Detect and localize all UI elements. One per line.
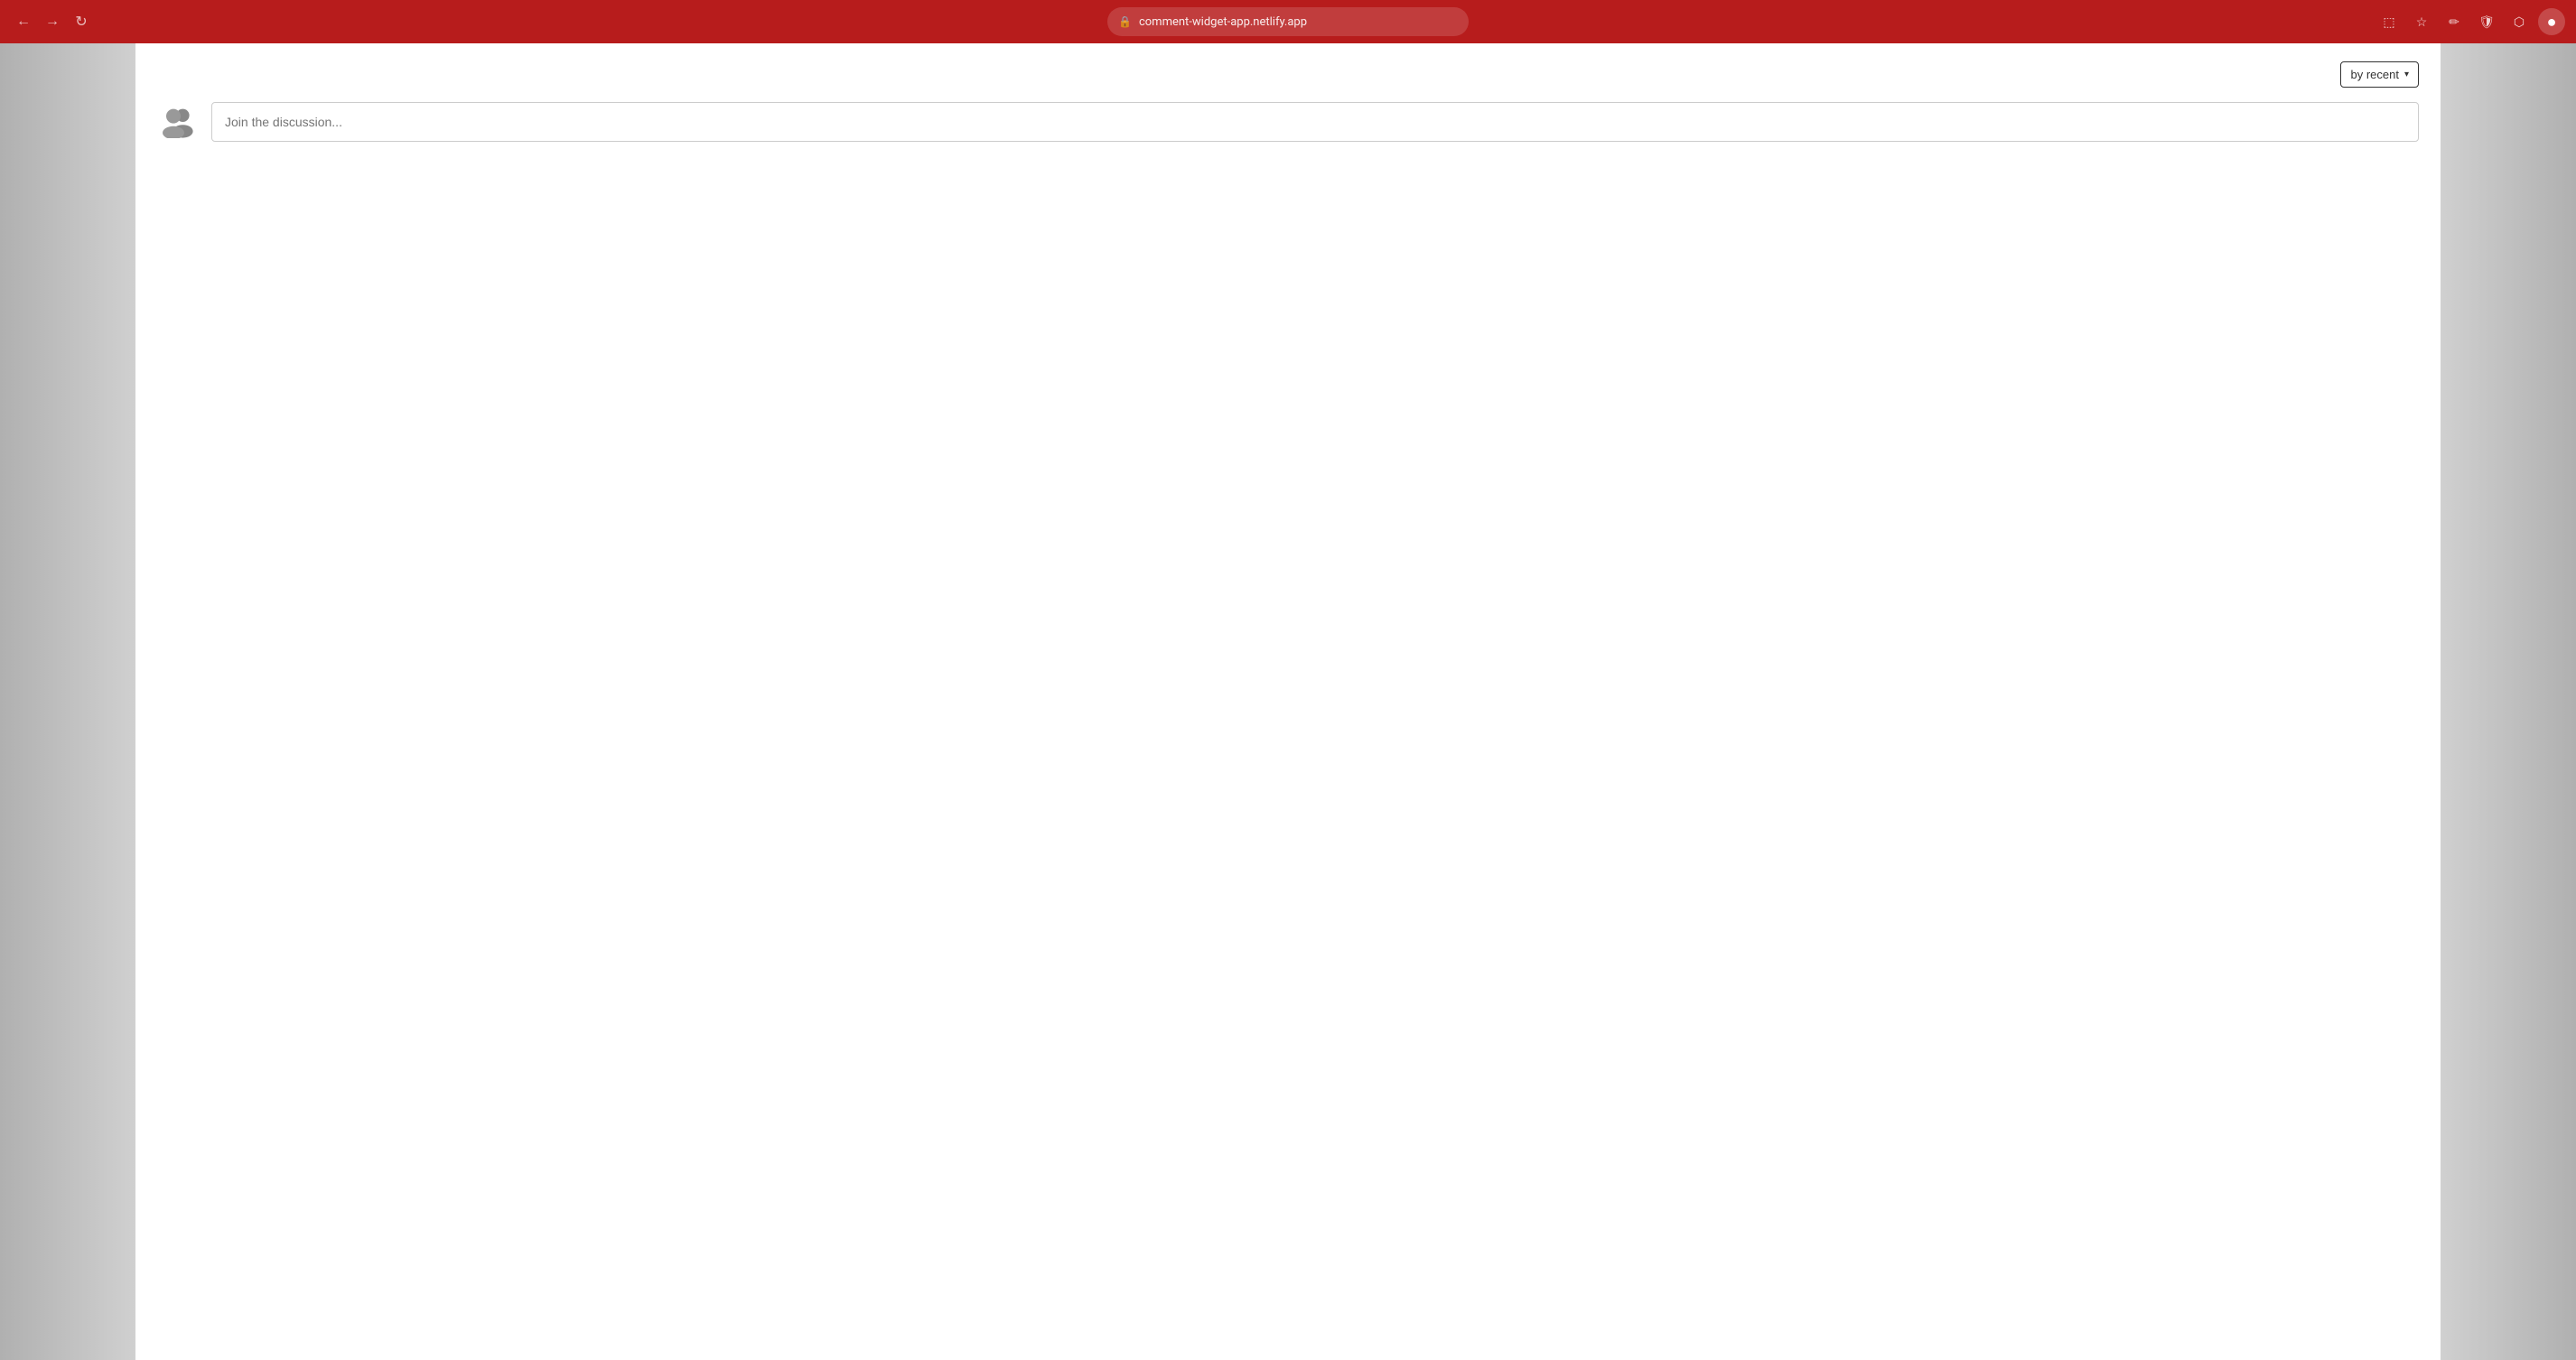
url-text: comment-widget-app.netlify.app [1139,15,1458,29]
bookmark-button[interactable]: ☆ [2408,8,2435,35]
edit-button[interactable]: ✏ [2441,8,2468,35]
shield-button[interactable]: 🛡 [2473,8,2500,35]
page-right-shadow [2441,43,2576,1360]
extensions-button[interactable]: ⬡ [2506,8,2533,35]
sort-dropdown[interactable]: by recent ▾ [2340,61,2419,88]
comment-input[interactable] [211,102,2419,142]
security-icon: 🔒 [1118,15,1132,28]
nav-buttons: ← → ↻ [11,9,94,34]
reload-button[interactable]: ↻ [69,9,94,34]
page-left-shadow [0,43,135,1360]
users-icon [157,102,197,142]
browser-chrome: ← → ↻ 🔒 comment-widget-app.netlify.app ⬚… [0,0,2576,43]
back-button[interactable]: ← [11,9,36,34]
browser-actions: ⬚ ☆ ✏ 🛡 ⬡ ● [2375,8,2565,35]
chevron-down-icon: ▾ [2404,70,2409,79]
comment-input-row [157,102,2419,142]
profile-button[interactable]: ● [2538,8,2565,35]
page-content: by recent ▾ [135,43,2441,1360]
comment-widget-header: by recent ▾ [157,61,2419,88]
address-bar[interactable]: 🔒 comment-widget-app.netlify.app [1107,7,1469,36]
sort-label: by recent [2350,68,2398,81]
forward-button[interactable]: → [40,9,65,34]
page-area: by recent ▾ [0,43,2576,1360]
screenshot-button[interactable]: ⬚ [2375,8,2403,35]
